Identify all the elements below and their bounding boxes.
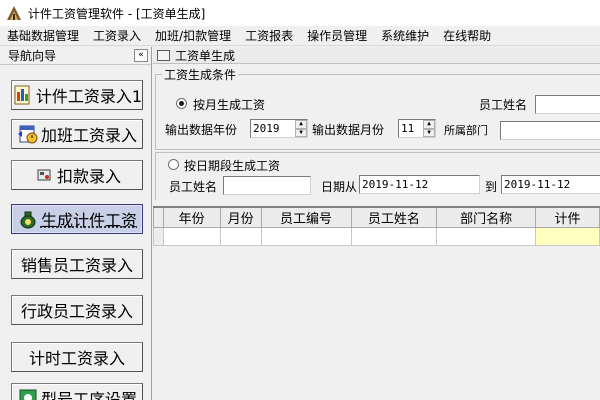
money-bag-icon	[20, 211, 36, 229]
year-label: 输出数据年份	[165, 123, 238, 137]
menu-bar: 基础数据管理 工资录入 加班/扣款管理 工资报表 操作员管理 系统维护 在线帮助	[0, 26, 600, 46]
nav-item-label: 加班工资录入	[40, 126, 137, 145]
child-window-title: 工资单生成	[175, 48, 236, 63]
nav-header: 导航向导 «	[0, 47, 151, 65]
table-row[interactable]	[153, 227, 600, 246]
nav-model-process-settings-button[interactable]: 型号工序设置	[11, 383, 143, 400]
nav-sales-wage-entry-button[interactable]: 销售员工资录入	[11, 249, 143, 279]
radio-by-date-range[interactable]	[168, 159, 179, 170]
table-header-row: 年份 月份 员工编号 员工姓名 部门名称 计件	[153, 206, 600, 228]
column-header-department[interactable]: 部门名称	[436, 206, 536, 228]
navigation-pane: 导航向导 « 计件工资录入1 加班工资录入 扣款录入 生成计件工资 销售员工资录…	[0, 47, 152, 400]
nav-item-label: 生成计件工资	[40, 211, 137, 230]
child-window-system-menu-icon[interactable]	[157, 49, 170, 61]
group-title: 工资生成条件	[164, 68, 237, 82]
column-header-employee-id[interactable]: 员工编号	[260, 206, 352, 228]
row-header-corner	[153, 206, 164, 228]
wage-table: 年份 月份 员工编号 员工姓名 部门名称 计件	[153, 206, 600, 246]
nav-overtime-entry-button[interactable]: 加班工资录入	[11, 119, 143, 149]
employee-name2-input[interactable]	[223, 176, 311, 195]
table-cell[interactable]	[162, 227, 221, 246]
nav-item-label: 型号工序设置	[40, 390, 137, 400]
date-to-picker[interactable]: 2019-11-12	[501, 175, 600, 194]
date-to-label: 到	[485, 180, 498, 194]
menu-system-maintenance[interactable]: 系统维护	[374, 26, 436, 46]
table-cell[interactable]	[436, 227, 536, 246]
year-up-button[interactable]: ▲	[295, 120, 307, 129]
year-spinner[interactable]: 2019 ▲ ▼	[250, 119, 308, 138]
radio-by-month[interactable]	[176, 98, 187, 109]
report-doc-icon	[14, 85, 30, 105]
menu-operator[interactable]: 操作员管理	[300, 26, 374, 46]
date-from-picker[interactable]: 2019-11-12	[359, 175, 480, 194]
column-header-month[interactable]: 月份	[219, 206, 262, 228]
child-window-titlebar: 工资单生成	[153, 47, 600, 64]
year-value: 2019	[253, 122, 280, 135]
window-title: 计件工资管理软件 - [工资单生成]	[28, 6, 206, 21]
month-label: 输出数据月份	[312, 123, 385, 137]
table-cell[interactable]	[350, 227, 438, 246]
nav-title: 导航向导	[8, 49, 57, 63]
row-header-cell[interactable]	[153, 227, 164, 246]
month-value: 11	[401, 122, 415, 135]
menu-wage-entry[interactable]: 工资录入	[86, 26, 148, 46]
column-header-employee-name[interactable]: 员工姓名	[350, 206, 438, 228]
month-up-button[interactable]: ▲	[423, 120, 435, 129]
employee-name2-label: 员工姓名	[169, 180, 218, 194]
nav-admin-wage-entry-button[interactable]: 行政员工资录入	[11, 295, 143, 325]
nav-piece-wage-entry-button[interactable]: 计件工资录入1	[11, 80, 143, 110]
settings-icon	[19, 389, 37, 400]
department-combo[interactable]	[500, 121, 600, 140]
nav-hourly-wage-entry-button[interactable]: 计时工资录入	[11, 342, 143, 372]
nav-collapse-button[interactable]: «	[134, 49, 148, 62]
nav-generate-piece-wage-button[interactable]: 生成计件工资	[11, 204, 143, 234]
nav-item-label: 计时工资录入	[28, 349, 125, 368]
calendar-clock-icon	[17, 125, 38, 144]
nav-item-label: 销售员工资录入	[20, 256, 133, 275]
employee-name-input[interactable]	[535, 95, 600, 114]
table-cell[interactable]	[260, 227, 352, 246]
nav-item-label: 扣款录入	[56, 167, 121, 186]
column-header-piece[interactable]: 计件	[534, 206, 600, 228]
column-header-year[interactable]: 年份	[162, 206, 221, 228]
menu-wage-report[interactable]: 工资报表	[238, 26, 300, 46]
radio-by-date-range-label: 按日期段生成工资	[184, 159, 281, 173]
month-down-button[interactable]: ▼	[423, 128, 435, 137]
date-from-label: 日期从	[321, 180, 358, 194]
table-cell[interactable]	[534, 227, 600, 246]
wage-grid: 年份 月份 员工编号 员工姓名 部门名称 计件	[153, 206, 600, 400]
year-down-button[interactable]: ▼	[295, 128, 307, 137]
window-titlebar: 计件工资管理软件 - [工资单生成]	[0, 0, 600, 26]
deduct-icon	[37, 169, 51, 181]
menu-online-help[interactable]: 在线帮助	[436, 26, 498, 46]
nav-item-label: 行政员工资录入	[20, 302, 133, 321]
app-icon	[7, 6, 21, 20]
menu-overtime-deduction[interactable]: 加班/扣款管理	[148, 26, 238, 46]
table-cell[interactable]	[219, 227, 262, 246]
nav-deduction-entry-button[interactable]: 扣款录入	[11, 160, 143, 190]
menu-basic-data[interactable]: 基础数据管理	[0, 26, 86, 46]
radio-by-month-label: 按月生成工资	[193, 98, 266, 112]
month-spinner[interactable]: 11 ▲ ▼	[398, 119, 436, 138]
wage-generation-form: 工资生成条件 按月生成工资 员工姓名 输出数据年份 2019 ▲ ▼ 输出数据月份…	[153, 64, 600, 206]
nav-item-label: 计件工资录入1	[35, 87, 143, 106]
employee-name-label: 员工姓名	[479, 98, 528, 112]
department-label: 所属部门	[444, 124, 488, 137]
